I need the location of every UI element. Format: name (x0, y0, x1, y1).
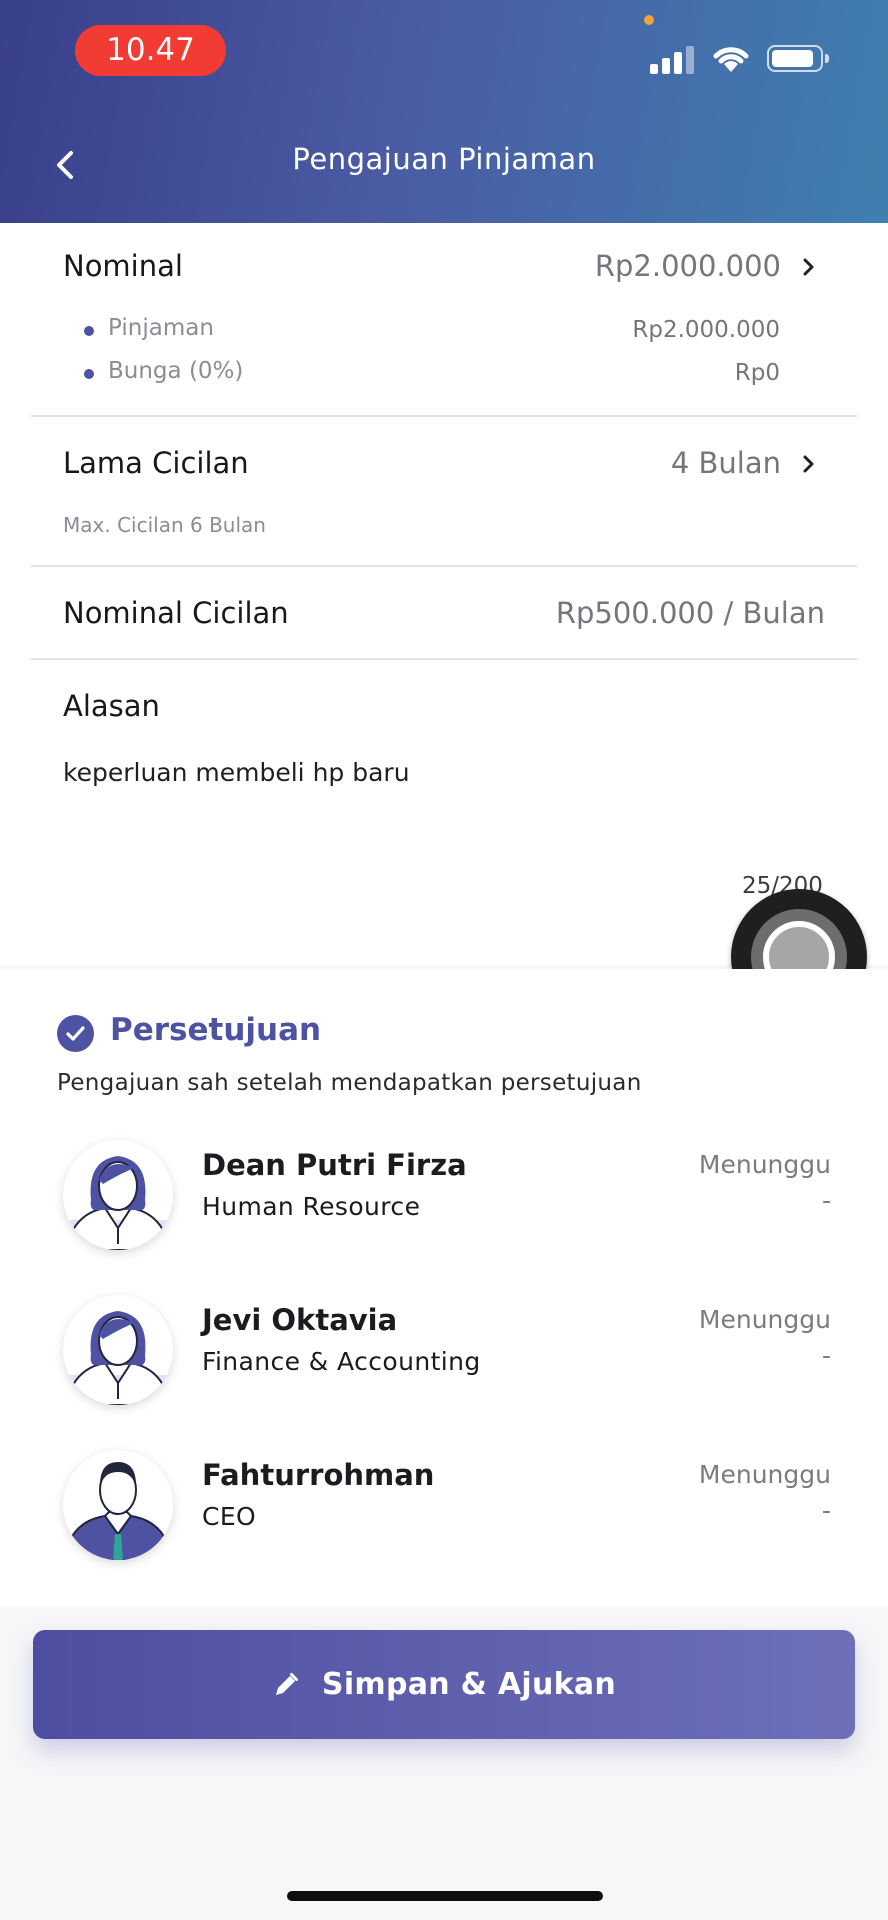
approver-name: Fahturrohman (202, 1458, 435, 1492)
divider (31, 565, 857, 567)
male-avatar (63, 1450, 173, 1560)
approver-status: Menunggu (698, 1305, 831, 1334)
approver-role: Finance & Accounting (202, 1347, 481, 1376)
submit-button[interactable]: Simpan & Ajukan (33, 1630, 855, 1739)
approver-item: Fahturrohman CEO Menunggu - (0, 1450, 888, 1580)
bullet-icon (84, 326, 94, 336)
alasan-textarea[interactable]: keperluan membeli hp baru (63, 758, 410, 787)
approver-status: Menunggu (698, 1150, 831, 1179)
approver-status: Menunggu (698, 1460, 831, 1489)
nominal-label: Nominal (63, 249, 183, 283)
cellular-signal-icon (650, 44, 694, 74)
alasan-label: Alasan (63, 689, 160, 723)
pencil-icon (275, 1672, 298, 1695)
submit-label: Simpan & Ajukan (321, 1667, 617, 1702)
battery-icon (767, 45, 829, 72)
approver-date: - (821, 1341, 831, 1370)
approver-name: Jevi Oktavia (202, 1303, 398, 1337)
status-time: 10.47 (75, 25, 226, 76)
page-title: Pengajuan Pinjaman (292, 142, 596, 176)
approver-name: Dean Putri Firza (202, 1148, 467, 1182)
approval-title: Persetujuan (110, 1012, 322, 1048)
bunga-value: Rp0 (734, 360, 780, 386)
lama-cicilan-label: Lama Cicilan (63, 446, 249, 480)
approver-item: Dean Putri Firza Human Resource Menunggu… (0, 1140, 888, 1270)
pinjaman-label: Pinjaman (108, 315, 214, 341)
max-cicilan-note: Max. Cicilan 6 Bulan (63, 513, 266, 537)
loan-form-card: Nominal Rp2.000.000 Pinjaman Rp2.000.000… (0, 223, 888, 965)
app-header: 10.47 Pengajuan Pinjaman (0, 0, 888, 223)
approver-date: - (821, 1186, 831, 1215)
nominal-cicilan-label: Nominal Cicilan (63, 596, 289, 630)
nominal-value: Rp2.000.000 (594, 249, 781, 283)
divider (31, 415, 857, 417)
approver-item: Jevi Oktavia Finance & Accounting Menung… (0, 1295, 888, 1425)
privacy-indicator-dot (644, 15, 654, 25)
pinjaman-value: Rp2.000.000 (632, 317, 780, 343)
approver-role: CEO (202, 1502, 257, 1531)
approval-subtitle: Pengajuan sah setelah mendapatkan perset… (57, 1070, 642, 1096)
home-indicator[interactable] (287, 1891, 603, 1901)
approver-date: - (821, 1496, 831, 1525)
lama-cicilan-value: 4 Bulan (670, 446, 781, 480)
female-avatar (63, 1140, 173, 1250)
bunga-label: Bunga (0%) (108, 358, 244, 384)
wifi-icon (713, 47, 749, 72)
divider (31, 658, 857, 660)
approver-role: Human Resource (202, 1192, 421, 1221)
female-avatar (63, 1295, 173, 1405)
chevron-right-icon[interactable] (797, 255, 821, 279)
check-circle-icon (57, 1015, 94, 1052)
nominal-cicilan-value: Rp500.000 / Bulan (555, 596, 825, 630)
bullet-icon (84, 369, 94, 379)
chevron-right-icon[interactable] (797, 452, 821, 476)
